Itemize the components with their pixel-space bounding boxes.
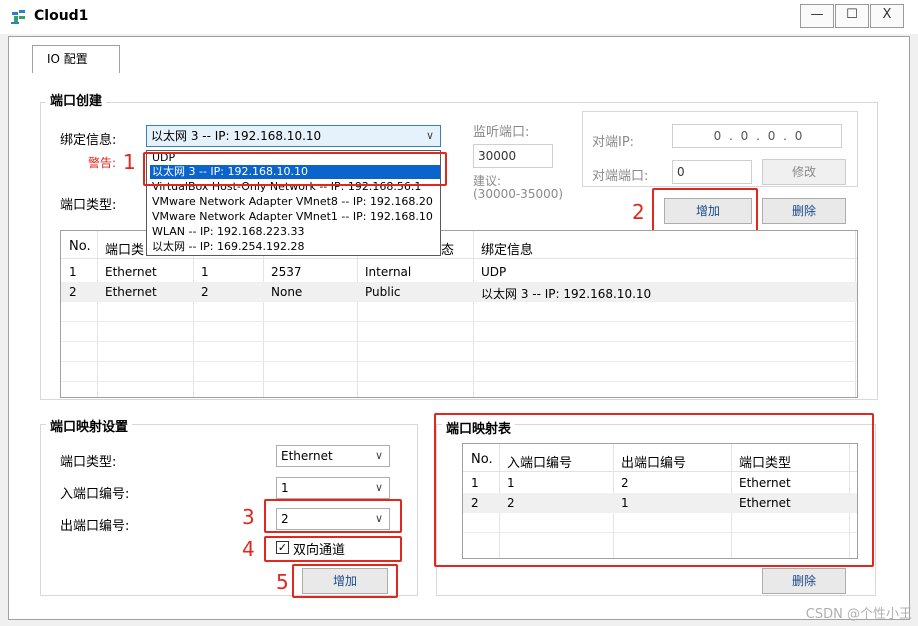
highlight-box-2 <box>652 188 758 232</box>
tab-io-config[interactable]: IO 配置 <box>32 45 120 73</box>
in-port-select[interactable]: 1 ∨ <box>276 477 390 499</box>
binding-label: 绑定信息: <box>60 133 117 148</box>
binding-select-value: 以太网 3 -- IP: 192.168.10.10 <box>151 129 322 143</box>
table-row[interactable]: 2 Ethernet 2 None Public 以太网 3 -- IP: 19… <box>61 282 857 302</box>
port-create-title: 端口创建 <box>46 90 107 109</box>
mapping-settings-title: 端口映射设置 <box>46 416 133 435</box>
peer-ip-label: 对端IP: <box>592 135 635 150</box>
cloud1-window: Cloud1 — ☐ X IO 配置 端口创建 绑定信息: 以太网 3 -- I… <box>0 0 918 626</box>
highlight-box-3 <box>264 499 402 533</box>
mapping-table-title: 端口映射表 <box>442 418 516 437</box>
suggest-range: (30000-35000) <box>473 187 564 201</box>
peer-port-label: 对端端口: <box>592 169 649 184</box>
map-col-port-type: 端口类型 <box>739 456 792 471</box>
maximize-button[interactable]: ☐ <box>835 4 869 28</box>
delete-port-button[interactable]: 删除 <box>762 198 846 224</box>
highlight-box-1 <box>143 152 447 186</box>
peer-ip-input[interactable]: 0 . 0 . 0 . 0 <box>672 124 842 148</box>
mapping-port-type-select[interactable]: Ethernet ∨ <box>276 445 390 467</box>
in-port-label: 入端口编号: <box>60 487 130 502</box>
chevron-down-icon: ∨ <box>425 129 434 142</box>
col-port-type: 端口类 <box>105 243 145 258</box>
annotation-4: 4 <box>242 537 255 561</box>
annotation-5: 5 <box>276 570 289 594</box>
col-binding: 绑定信息 <box>481 243 534 258</box>
minimize-icon: — <box>810 7 824 22</box>
chevron-down-icon: ∨ <box>374 449 383 462</box>
dropdown-option-wlan[interactable]: WLAN -- IP: 192.168.223.33 <box>150 225 440 239</box>
listen-port-input[interactable]: 30000 <box>473 144 553 168</box>
cloud-app-icon <box>11 10 25 24</box>
annotation-3: 3 <box>242 505 255 529</box>
warning-label: 警告: <box>88 156 117 170</box>
out-port-label: 出端口编号: <box>60 519 130 534</box>
chevron-down-icon: ∨ <box>374 481 383 494</box>
annotation-1: 1 <box>123 150 136 174</box>
maximize-icon: ☐ <box>846 7 858 22</box>
port-type-label: 端口类型: <box>60 198 117 213</box>
annotation-2: 2 <box>632 200 645 224</box>
map-col-no: No. <box>471 452 493 467</box>
binding-select[interactable]: 以太网 3 -- IP: 192.168.10.10 ∨ <box>146 125 441 147</box>
col-no: No. <box>69 239 91 254</box>
close-icon: X <box>882 7 892 22</box>
dropdown-option-ethernet[interactable]: 以太网 -- IP: 169.254.192.28 <box>150 240 440 254</box>
window-title: Cloud1 <box>34 8 89 24</box>
highlight-box-4 <box>264 536 402 562</box>
title-bar: Cloud1 — ☐ X <box>0 0 918 34</box>
map-col-in-port: 入端口编号 <box>507 456 573 471</box>
mapping-port-type-label: 端口类型: <box>60 455 117 470</box>
table-row[interactable]: 2 2 1 Ethernet <box>463 493 857 513</box>
listen-port-label: 监听端口: <box>473 125 530 140</box>
close-button[interactable]: X <box>870 4 904 28</box>
highlight-box-5 <box>292 564 398 598</box>
peer-port-input[interactable]: 0 <box>672 160 752 184</box>
col-status: 态 <box>441 243 455 258</box>
table-row[interactable]: 1 Ethernet 1 2537 Internal UDP <box>61 262 857 282</box>
dropdown-option-vmnet8[interactable]: VMware Network Adapter VMnet8 -- IP: 192… <box>150 195 440 209</box>
minimize-button[interactable]: — <box>800 4 834 28</box>
dropdown-option-vmnet1[interactable]: VMware Network Adapter VMnet1 -- IP: 192… <box>150 210 440 224</box>
modify-button[interactable]: 修改 <box>762 159 846 185</box>
map-col-out-port: 出端口编号 <box>621 456 687 471</box>
delete-mapping-button[interactable]: 删除 <box>762 568 846 594</box>
table-row[interactable]: 1 1 2 Ethernet <box>463 473 857 493</box>
mapping-table: No. 入端口编号 出端口编号 端口类型 1 1 2 Ethernet 2 2 … <box>462 443 858 559</box>
watermark: CSDN @个性小王 <box>805 607 912 622</box>
